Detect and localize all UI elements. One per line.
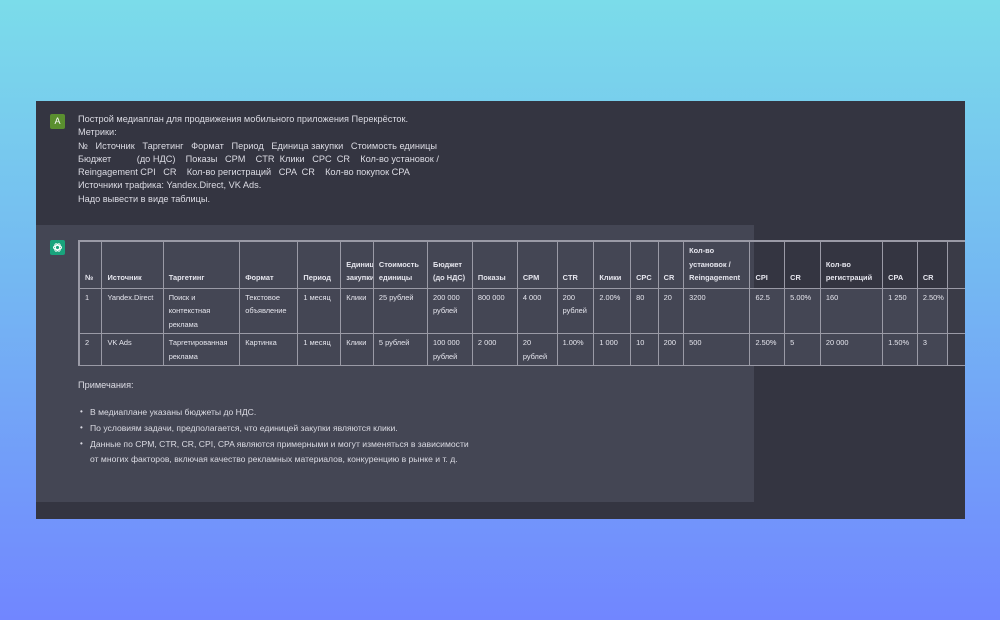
table-cell: 1 месяц — [297, 333, 342, 365]
prompt-line: № Источник Таргетинг Формат Период Едини… — [78, 140, 437, 151]
column-header: Период — [297, 241, 342, 289]
table-cell: 2.00% — [593, 287, 632, 334]
column-header: CR — [916, 241, 949, 289]
table-row: 1 Yandex.Direct Поиск и контекстная рекл… — [79, 287, 965, 334]
table-cell: 200 000 рублей — [427, 287, 473, 334]
column-header: CR — [784, 241, 821, 289]
table-cell: Клики — [340, 333, 374, 365]
table-cell: 2 — [79, 333, 103, 365]
column-header: CR — [657, 241, 685, 289]
user-prompt-text: Построй медиаплан для продвижения мобиль… — [78, 113, 439, 206]
column-header: Бюджет (до НДС) — [427, 241, 473, 289]
table-row: 2 VK Ads Таргетированная реклама Картинк… — [79, 333, 965, 365]
column-header: CPA — [882, 241, 918, 289]
table-cell: 5.00% — [784, 287, 821, 334]
chat-window: A Построй медиаплан для продвижения моби… — [36, 101, 965, 519]
table-cell: 100 000 рублей — [427, 333, 473, 365]
bottom-strip — [36, 502, 965, 519]
table-cell: 20 рублей — [516, 333, 558, 365]
table-cell: 1 месяц — [297, 287, 342, 334]
table-cell: 1.50% — [882, 333, 918, 365]
column-header: Кол-во установок / Reingagement — [683, 241, 751, 289]
openai-logo-icon — [52, 243, 63, 252]
user-message: A Построй медиаплан для продвижения моби… — [36, 101, 965, 225]
table-cell: 1 000 — [593, 333, 632, 365]
table-cell: Yandex.Direct — [101, 287, 164, 334]
prompt-line: Метрики: — [78, 127, 117, 138]
table-cell: 2.50% — [749, 333, 786, 365]
column-header: Показы — [471, 241, 518, 289]
column-header-cut — [947, 241, 965, 289]
table-cell: 3200 — [683, 287, 751, 334]
prompt-line: Источники трафика: Yandex.Direct, VK Ads… — [78, 180, 262, 191]
notes-heading: Примечания: — [78, 380, 134, 390]
table-cell: 20 000 — [819, 333, 884, 365]
column-header: CPM — [516, 241, 558, 289]
column-header: Клики — [593, 241, 632, 289]
table-cell: 5 рублей — [372, 333, 429, 365]
table-cell: 2.50% — [916, 287, 949, 334]
table-cell: 2 000 — [471, 333, 518, 365]
table-cell: 800 000 — [471, 287, 518, 334]
table-cell: Клики — [340, 287, 374, 334]
table-cell: 1.00% — [556, 333, 595, 365]
table-cell: VK Ads — [101, 333, 164, 365]
table-cell-cut — [947, 333, 965, 365]
user-avatar: A — [50, 114, 65, 129]
table-cell-cut — [947, 287, 965, 334]
table-cell: 1 250 — [882, 287, 918, 334]
column-header: CPC — [630, 241, 659, 289]
assistant-message: № Источник Таргетинг Формат Период Едини… — [36, 225, 965, 502]
note-item: В медиаплане указаны бюджеты до НДС. — [78, 405, 478, 420]
note-item: Данные по CPM, CTR, CR, CPI, CPA являютс… — [78, 437, 478, 466]
table-cell: 4 000 — [516, 287, 558, 334]
table-cell: 500 — [683, 333, 751, 365]
column-header: CTR — [556, 241, 595, 289]
table-cell: 25 рублей — [372, 287, 429, 334]
column-header: Стоимость единицы — [372, 241, 429, 289]
table-cell: 62.5 — [749, 287, 786, 334]
mediaplan-table: № Источник Таргетинг Формат Период Едини… — [79, 241, 965, 365]
table-cell: 160 — [819, 287, 884, 334]
column-header: CPI — [749, 241, 786, 289]
table-cell: 200 — [657, 333, 685, 365]
table-cell: Текстовое объявление — [239, 287, 299, 334]
assistant-avatar — [50, 240, 65, 255]
table-cell: 3 — [916, 333, 949, 365]
table-header-row: № Источник Таргетинг Формат Период Едини… — [79, 241, 965, 289]
mediaplan-table-container[interactable]: № Источник Таргетинг Формат Период Едини… — [78, 240, 965, 366]
prompt-line: Бюджет (до НДС) Показы CPM CTR Клики CPC… — [78, 153, 439, 164]
table-cell: Картинка — [239, 333, 299, 365]
column-header: Формат — [239, 241, 299, 289]
table-cell: 80 — [630, 287, 659, 334]
table-cell: 20 — [657, 287, 685, 334]
table-cell: 200 рублей — [556, 287, 595, 334]
table-cell: 1 — [79, 287, 103, 334]
column-header: Кол-во регистраций — [819, 241, 884, 289]
table-cell: Таргетированная реклама — [162, 333, 241, 365]
table-cell: 10 — [630, 333, 659, 365]
note-item: По условиям задачи, предполагается, что … — [78, 421, 478, 436]
prompt-line: Надо вывести в виде таблицы. — [78, 193, 211, 204]
table-cell: 5 — [784, 333, 821, 365]
prompt-line: Reingagement CPI CR Кол-во регистраций C… — [78, 167, 410, 178]
column-header: № — [79, 241, 103, 289]
prompt-line: Построй медиаплан для продвижения мобиль… — [78, 114, 409, 124]
column-header: Источник — [101, 241, 164, 289]
column-header: Единица закупки — [340, 241, 374, 289]
notes-list: В медиаплане указаны бюджеты до НДС. По … — [78, 405, 478, 468]
column-header: Таргетинг — [162, 241, 241, 289]
table-cell: Поиск и контекстная реклама — [162, 287, 241, 334]
